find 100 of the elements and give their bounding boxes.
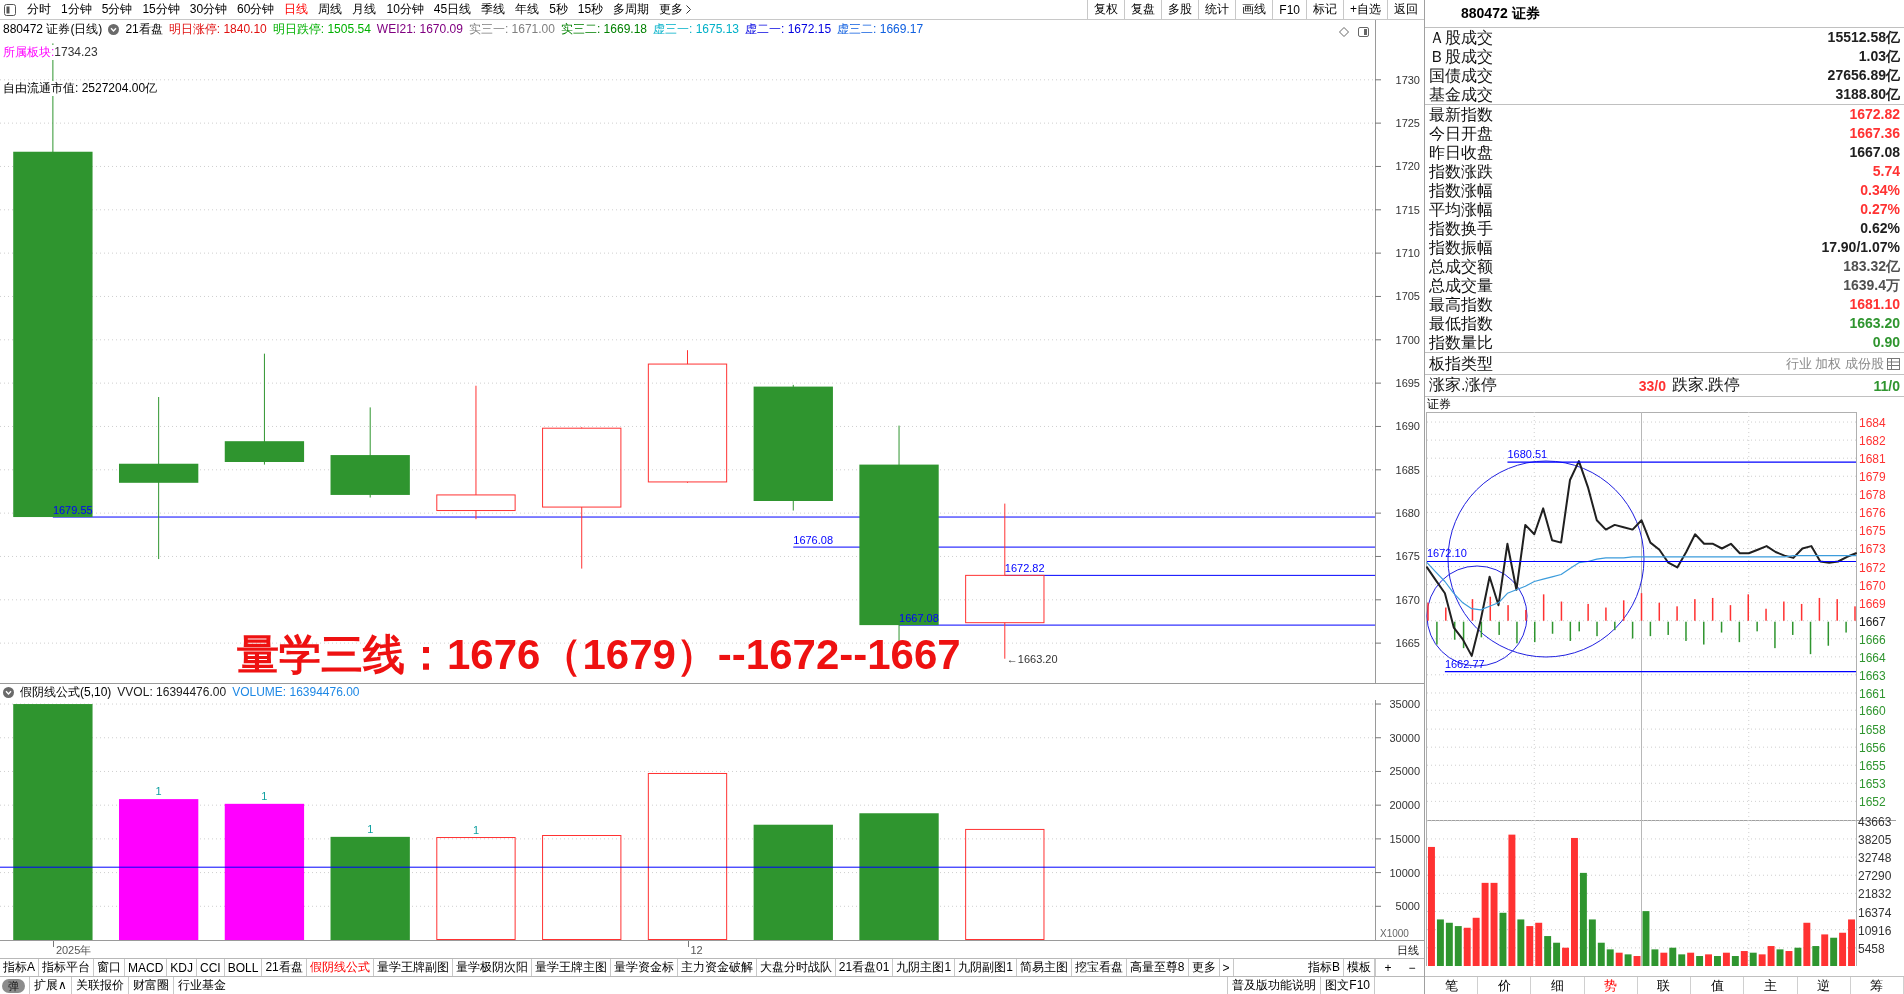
axis-label: 1666 bbox=[1859, 632, 1886, 647]
stat-label: 指数振幅 bbox=[1429, 238, 1493, 257]
stat-value: 27656.89亿 bbox=[1827, 66, 1900, 85]
chart-title: 880472 证券(日线) bbox=[3, 22, 103, 37]
axis-label: 1661 bbox=[1859, 687, 1886, 701]
stat-label: 涨家.涨停 bbox=[1429, 375, 1499, 395]
signal-label: 1 bbox=[261, 789, 268, 802]
axis-label: 1656 bbox=[1859, 741, 1886, 756]
axis-label: 1660 bbox=[1859, 704, 1886, 719]
axis-label: 1672 bbox=[1859, 560, 1886, 575]
stat-label: 昨日收盘 bbox=[1429, 143, 1493, 162]
indicator-reading: 虚二一: 1672.15 bbox=[745, 22, 832, 37]
stat-value: 11/0 bbox=[1873, 377, 1900, 394]
signal-label: 1 bbox=[155, 785, 162, 798]
axis-label: 1675 bbox=[1859, 524, 1886, 539]
axis-label: 1652 bbox=[1859, 795, 1886, 810]
line-label: 1676.08 bbox=[793, 534, 834, 547]
axis-label: 15000 bbox=[1389, 832, 1420, 845]
axis-label: 1653 bbox=[1859, 777, 1886, 792]
indicator-reading: WEI21: 1670.09 bbox=[376, 22, 463, 37]
axis-label: 30000 bbox=[1389, 731, 1420, 744]
axis-label: 1700 bbox=[1395, 333, 1420, 346]
stat-value: 1672.82 bbox=[1849, 105, 1900, 124]
axis-label: 1679 bbox=[1859, 470, 1886, 485]
axis-label: 1681 bbox=[1859, 452, 1886, 467]
price-label: ←1663.20 bbox=[1006, 652, 1058, 665]
axis-label: 16374 bbox=[1858, 905, 1892, 920]
stat-value: 0.62% bbox=[1860, 219, 1900, 238]
axis-label: 32748 bbox=[1858, 851, 1892, 866]
stat-label: 跌家.跌停 bbox=[1672, 375, 1741, 395]
stat-label: 总成交额 bbox=[1429, 257, 1493, 276]
stat-label: 板指类型 bbox=[1429, 354, 1493, 373]
indicator-reading: 明日涨停: 1840.10 bbox=[168, 22, 267, 37]
axis-label: 1664 bbox=[1859, 650, 1886, 665]
indicator-reading: 明日跌停: 1505.54 bbox=[272, 22, 371, 37]
axis-label: 38205 bbox=[1858, 832, 1892, 847]
unit-label: X1000 bbox=[1380, 928, 1409, 939]
stat-label: 指数量比 bbox=[1429, 333, 1493, 352]
stat-label: Ａ股成交 bbox=[1429, 28, 1493, 47]
indicator-reading: VVOL: 16394476.00 bbox=[117, 685, 227, 699]
axis-label: 1725 bbox=[1395, 117, 1420, 130]
axis-label: 1667 bbox=[1859, 614, 1886, 629]
axis-label: 1675 bbox=[1395, 550, 1420, 563]
axis-label: 27290 bbox=[1858, 869, 1892, 884]
stat-value: 0.90 bbox=[1872, 333, 1900, 352]
stat-label: 平均涨幅 bbox=[1429, 200, 1493, 219]
axis-label: 1673 bbox=[1859, 542, 1886, 557]
chart-title: 证券 bbox=[1426, 397, 1452, 412]
stat-label: 指数涨幅 bbox=[1429, 181, 1493, 200]
stat-value: 1681.10 bbox=[1849, 295, 1900, 314]
stat-value: 1639.4万 bbox=[1843, 276, 1900, 295]
float-cap-text: 自由流通市值: 2527204.00亿 bbox=[3, 81, 158, 96]
line-label: 1680.51 bbox=[1507, 448, 1548, 461]
axis-label: 5000 bbox=[1395, 900, 1420, 913]
axis-label: 1678 bbox=[1859, 488, 1886, 503]
axis-label: 1684 bbox=[1859, 416, 1886, 431]
axis-label: 1669 bbox=[1859, 596, 1886, 611]
indicator-reading: 实三二: 1669.18 bbox=[560, 22, 647, 37]
axis-label: 25000 bbox=[1389, 765, 1420, 778]
stat-label: 最新指数 bbox=[1429, 105, 1493, 124]
axis-label: 1690 bbox=[1395, 420, 1420, 433]
axis-label: 1715 bbox=[1395, 203, 1420, 216]
axis-label: 1670 bbox=[1395, 593, 1420, 606]
axis-label: 1676 bbox=[1859, 506, 1886, 521]
stat-label: Ｂ股成交 bbox=[1429, 47, 1493, 66]
axis-label: 21832 bbox=[1858, 887, 1892, 902]
axis-label: 1682 bbox=[1859, 434, 1886, 449]
axis-label: 1705 bbox=[1395, 290, 1420, 303]
axis-label: 1680 bbox=[1395, 507, 1420, 520]
stat-value: 183.32亿 bbox=[1843, 257, 1900, 276]
stat-label: 基金成交 bbox=[1429, 85, 1493, 104]
indicator-reading: VOLUME: 16394476.00 bbox=[232, 685, 360, 699]
date-label: 12 bbox=[690, 943, 703, 957]
stat-value: 行业 加权 成份股 bbox=[1785, 354, 1884, 373]
axis-label: 1670 bbox=[1859, 578, 1886, 593]
signal-label: 1 bbox=[367, 822, 374, 835]
axis-label: 1655 bbox=[1859, 759, 1886, 774]
stat-value: 1663.20 bbox=[1849, 314, 1900, 333]
signal-label: 1 bbox=[472, 823, 479, 836]
axis-label: 10916 bbox=[1858, 923, 1892, 938]
stat-value: 0.27% bbox=[1860, 200, 1900, 219]
stat-label: 国债成交 bbox=[1429, 66, 1493, 85]
indicator-reading: 虚三二: 1669.17 bbox=[837, 22, 924, 37]
axis-label: 1710 bbox=[1395, 247, 1420, 260]
stat-value: 33/0 bbox=[1638, 377, 1666, 394]
stat-value: 17.90/1.07% bbox=[1821, 238, 1900, 257]
stat-label: 最低指数 bbox=[1429, 314, 1493, 333]
axis-label: 1685 bbox=[1395, 463, 1420, 476]
stat-value: 1667.36 bbox=[1849, 124, 1900, 143]
stat-label: 指数涨跌 bbox=[1429, 162, 1493, 181]
date-label: 2025年 bbox=[55, 943, 92, 957]
line-label: 1672.10 bbox=[1427, 547, 1467, 560]
axis-label: 35000 bbox=[1389, 698, 1420, 711]
stat-label: 今日开盘 bbox=[1429, 124, 1493, 143]
axis-label: 43663 bbox=[1858, 814, 1892, 829]
axis-label: 1730 bbox=[1395, 73, 1420, 86]
indicator-reading: 实三一: 1671.00 bbox=[468, 22, 555, 37]
stat-label: 总成交量 bbox=[1429, 276, 1493, 295]
quote-title: 880472 证券 bbox=[1425, 0, 1904, 28]
axis-label: 20000 bbox=[1389, 799, 1420, 812]
